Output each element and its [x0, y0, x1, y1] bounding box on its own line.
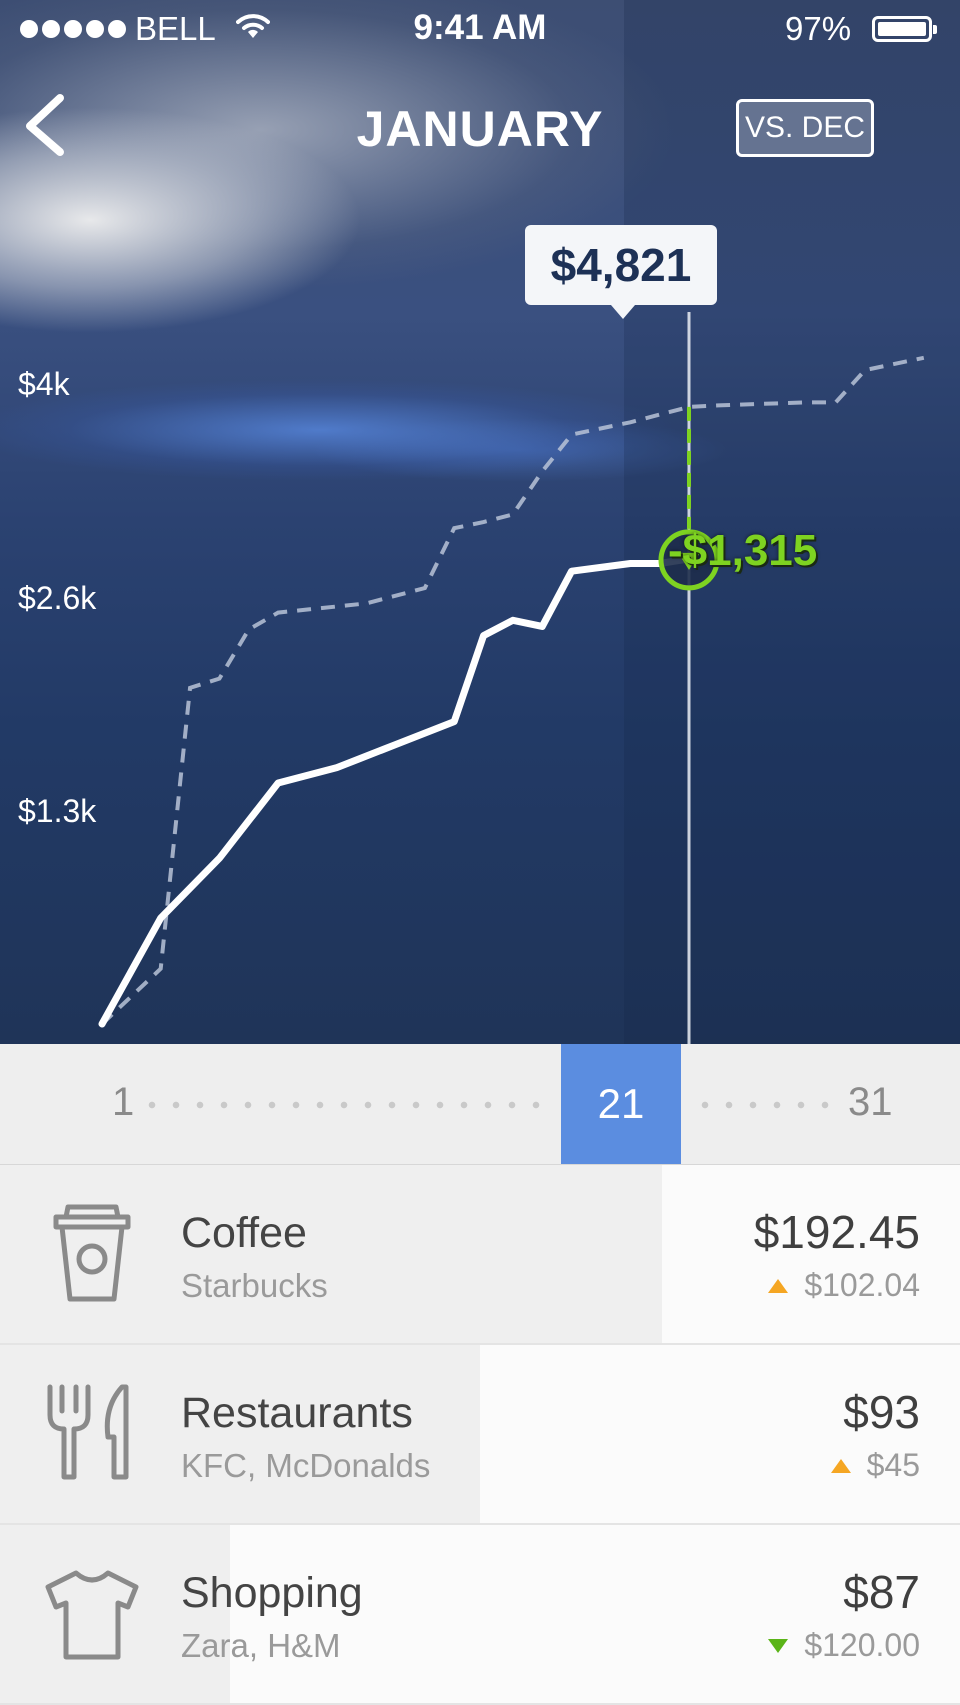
battery-percent: 97%: [785, 10, 852, 47]
decrease-arrow-icon: [768, 1638, 789, 1653]
category-name: Restaurants: [181, 1389, 413, 1437]
tshirt-icon: [45, 1570, 139, 1660]
selected-value-tooltip: $4,821: [525, 225, 717, 319]
change-value: $102.04: [804, 1267, 920, 1303]
y-tick-label: $1.3k: [18, 793, 97, 829]
scrubber-start-day: 1: [112, 1080, 135, 1124]
status-bar: BELL 9:41 AM 97%: [0, 0, 960, 60]
day-scrubber[interactable]: 1 21 31: [0, 1044, 960, 1165]
coffee-cup-icon: [53, 1204, 131, 1302]
category-amount: $192.45: [753, 1206, 920, 1258]
difference-label: -$1,315: [668, 526, 818, 575]
category-change: $102.04: [768, 1267, 920, 1304]
y-tick-label: $2.6k: [18, 580, 97, 616]
scrubber-track[interactable]: [693, 1101, 839, 1109]
category-amount: $93: [843, 1386, 920, 1438]
previous-month-line: [100, 355, 925, 1026]
category-name: Shopping: [181, 1569, 363, 1617]
category-merchants: KFC, McDonalds: [181, 1447, 431, 1484]
increase-arrow-icon: [768, 1278, 789, 1293]
category-change: $45: [830, 1447, 920, 1484]
category-amount: $87: [843, 1566, 920, 1618]
change-value: $45: [866, 1447, 920, 1483]
list-item-shopping[interactable]: Shopping Zara, H&M $87 $120.00: [0, 1525, 960, 1705]
battery-icon: [872, 16, 937, 42]
category-list: Coffee Starbucks $192.45 $102.04 Restaur…: [0, 1165, 960, 1705]
category-merchants: Zara, H&M: [181, 1627, 341, 1664]
scrubber-track[interactable]: [140, 1101, 550, 1109]
scrubber-end-day: 31: [848, 1080, 893, 1124]
current-month-line: [98, 555, 693, 1028]
category-name: Coffee: [181, 1209, 307, 1257]
y-tick-label: $4k: [18, 366, 70, 402]
change-value: $120.00: [804, 1627, 920, 1663]
scrubber-handle[interactable]: 21: [561, 1044, 681, 1164]
fork-knife-icon: [47, 1384, 129, 1480]
category-change: $120.00: [768, 1627, 920, 1664]
list-item-coffee[interactable]: Coffee Starbucks $192.45 $102.04: [0, 1165, 960, 1345]
category-merchants: Starbucks: [181, 1267, 328, 1304]
list-item-restaurants[interactable]: Restaurants KFC, McDonalds $93 $45: [0, 1345, 960, 1525]
increase-arrow-icon: [830, 1458, 851, 1473]
compare-button[interactable]: VS. DEC: [736, 99, 874, 157]
chart-hero: $4k $2.6k $1.3k $4,821 -$1,315 BELL 9:41…: [0, 0, 960, 1044]
